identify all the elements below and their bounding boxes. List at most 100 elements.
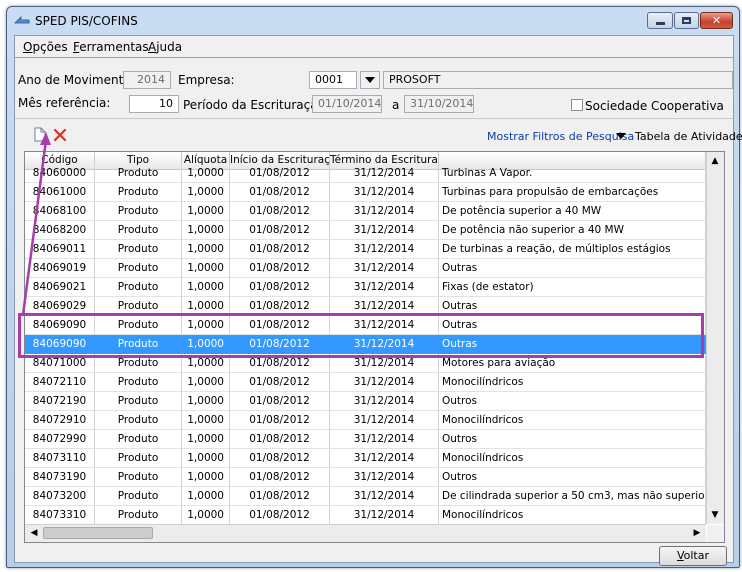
table-cell: Produto bbox=[95, 221, 182, 240]
table-row[interactable]: 84068100 Produto 1,0000 01/08/2012 31/12/201… bbox=[25, 202, 706, 221]
tabela-atividades-label[interactable]: Tabela de Atividades bbox=[635, 130, 742, 143]
tabela-dropdown-button[interactable] bbox=[612, 127, 629, 144]
table-cell: 1,0000 bbox=[182, 240, 230, 259]
scrollbar-corner bbox=[707, 525, 724, 542]
table-cell: De cilindrada superior a 50 cm3, mas não… bbox=[439, 487, 706, 506]
table-cell: 84073110 bbox=[25, 449, 95, 468]
voltar-mnemonic: V bbox=[676, 549, 684, 562]
voltar-button[interactable]: Voltar bbox=[659, 546, 727, 566]
menu-ferramentas-label: erramentas bbox=[79, 40, 149, 54]
table-cell: Produto bbox=[95, 164, 182, 183]
table-cell: 1,0000 bbox=[182, 506, 230, 525]
table-cell: 01/08/2012 bbox=[230, 202, 330, 221]
table-row[interactable]: 84073110 Produto 1,0000 01/08/2012 31/12/201… bbox=[25, 449, 706, 468]
table-cell: Produto bbox=[95, 297, 182, 316]
table-cell: 84069011 bbox=[25, 240, 95, 259]
table-cell: 84069029 bbox=[25, 297, 95, 316]
table-cell: Produto bbox=[95, 487, 182, 506]
sociedade-checkbox[interactable] bbox=[571, 99, 583, 111]
table-cell: Fixas (de estator) bbox=[439, 278, 706, 297]
scroll-down-icon[interactable]: ▼ bbox=[707, 507, 723, 523]
minimize-button[interactable] bbox=[647, 12, 673, 29]
chevron-down-icon bbox=[365, 77, 375, 83]
table-cell: 01/08/2012 bbox=[230, 449, 330, 468]
empresa-dropdown-button[interactable] bbox=[360, 71, 380, 89]
table-row[interactable]: 84061000 Produto 1,0000 01/08/2012 31/12/201… bbox=[25, 183, 706, 202]
table-row[interactable]: 84072110 Produto 1,0000 01/08/2012 31/12/201… bbox=[25, 373, 706, 392]
title-bar[interactable]: SPED PIS/COFINS ✕ bbox=[7, 7, 739, 33]
table-cell: Outras bbox=[439, 297, 706, 316]
table-cell: 84068100 bbox=[25, 202, 95, 221]
table-row[interactable]: 84072190 Produto 1,0000 01/08/2012 31/12/201… bbox=[25, 392, 706, 411]
table-row[interactable]: 84073190 Produto 1,0000 01/08/2012 31/12/201… bbox=[25, 468, 706, 487]
main-window: SPED PIS/COFINS ✕ Opções Ferramentas Aju… bbox=[6, 6, 742, 568]
table-cell: 31/12/2014 bbox=[330, 221, 439, 240]
table-cell: 1,0000 bbox=[182, 183, 230, 202]
close-button[interactable]: ✕ bbox=[700, 12, 733, 29]
table-cell: Outros bbox=[439, 392, 706, 411]
window-title: SPED PIS/COFINS bbox=[35, 14, 138, 28]
empresa-label: Empresa: bbox=[178, 73, 235, 87]
table-cell: 01/08/2012 bbox=[230, 240, 330, 259]
table-row[interactable]: 84072910 Produto 1,0000 01/08/2012 31/12/201… bbox=[25, 411, 706, 430]
table-cell: 84072190 bbox=[25, 392, 95, 411]
vertical-scrollbar[interactable]: ▲ ▼ bbox=[706, 152, 724, 524]
new-document-icon[interactable] bbox=[34, 127, 46, 142]
table-cell: 31/12/2014 bbox=[330, 240, 439, 259]
table-cell: Produto bbox=[95, 335, 182, 354]
table-cell: 31/12/2014 bbox=[330, 411, 439, 430]
table-cell: Turbinas para propulsão de embarcações bbox=[439, 183, 706, 202]
horizontal-scrollbar[interactable]: ◀ ▶ bbox=[25, 524, 706, 542]
table-cell: 84069090 bbox=[25, 316, 95, 335]
table-cell: 1,0000 bbox=[182, 221, 230, 240]
mes-label: Mês referência: bbox=[18, 96, 111, 110]
table-cell: 01/08/2012 bbox=[230, 506, 330, 525]
client-area: Opções Ferramentas Ajuda Ano de Moviment… bbox=[14, 35, 742, 566]
table-cell: 01/08/2012 bbox=[230, 411, 330, 430]
table-cell: 84073190 bbox=[25, 468, 95, 487]
table-cell: 01/08/2012 bbox=[230, 297, 330, 316]
menu-ferramentas[interactable]: Ferramentas bbox=[73, 40, 149, 54]
menu-ajuda[interactable]: Ajuda bbox=[148, 40, 182, 54]
scroll-up-icon[interactable]: ▲ bbox=[707, 153, 723, 169]
delete-x-icon[interactable] bbox=[53, 128, 67, 142]
table-cell: 31/12/2014 bbox=[330, 468, 439, 487]
table-cell: 01/08/2012 bbox=[230, 354, 330, 373]
periodo-fim-field: 31/10/2014 bbox=[404, 95, 474, 113]
table-row[interactable]: 84071000 Produto 1,0000 01/08/2012 31/12/201… bbox=[25, 354, 706, 373]
table-row[interactable]: 84073200 Produto 1,0000 01/08/2012 31/12/201… bbox=[25, 487, 706, 506]
scroll-right-icon[interactable]: ▶ bbox=[689, 525, 705, 541]
selected-table-row[interactable]: 84069090 Produto 1,0000 01/08/2012 31/12/201… bbox=[25, 335, 706, 354]
table-cell: 1,0000 bbox=[182, 335, 230, 354]
table-row[interactable]: 84060000 Produto 1,0000 01/08/2012 31/12/201… bbox=[25, 164, 706, 183]
table-cell: Outras bbox=[439, 316, 706, 335]
table-cell: Produto bbox=[95, 506, 182, 525]
table-row[interactable]: 84069019 Produto 1,0000 01/08/2012 31/12/201… bbox=[25, 259, 706, 278]
table-cell: 1,0000 bbox=[182, 259, 230, 278]
horizontal-scroll-thumb[interactable] bbox=[43, 527, 153, 539]
mes-field[interactable]: 10 bbox=[129, 95, 179, 113]
maximize-button[interactable] bbox=[674, 12, 699, 29]
table-cell: 01/08/2012 bbox=[230, 316, 330, 335]
table-row[interactable]: 84069090 Produto 1,0000 01/08/2012 31/12/201… bbox=[25, 316, 706, 335]
table-cell: Produto bbox=[95, 449, 182, 468]
table-row[interactable]: 84068200 Produto 1,0000 01/08/2012 31/12/201… bbox=[25, 221, 706, 240]
table-cell: 1,0000 bbox=[182, 468, 230, 487]
table-cell: 01/08/2012 bbox=[230, 221, 330, 240]
table-cell: 84060000 bbox=[25, 164, 95, 183]
table-cell: 01/08/2012 bbox=[230, 487, 330, 506]
table-row[interactable]: 84069021 Produto 1,0000 01/08/2012 31/12/201… bbox=[25, 278, 706, 297]
menu-opcoes[interactable]: Opções bbox=[23, 40, 68, 54]
table-cell: De potência não superior a 40 MW bbox=[439, 221, 706, 240]
menu-ajuda-label: juda bbox=[156, 40, 183, 54]
scroll-left-icon[interactable]: ◀ bbox=[26, 525, 42, 541]
table-cell: Motores para aviação bbox=[439, 354, 706, 373]
table-row[interactable]: 84069011 Produto 1,0000 01/08/2012 31/12/201… bbox=[25, 240, 706, 259]
table-cell: 1,0000 bbox=[182, 373, 230, 392]
table-row[interactable]: 84072990 Produto 1,0000 01/08/2012 31/12/201… bbox=[25, 430, 706, 449]
table-row[interactable]: 84069029 Produto 1,0000 01/08/2012 31/12/201… bbox=[25, 297, 706, 316]
table-cell: 1,0000 bbox=[182, 202, 230, 221]
empresa-code-field[interactable]: 0001 bbox=[309, 71, 357, 89]
table-row[interactable]: 84073310 Produto 1,0000 01/08/2012 31/12/201… bbox=[25, 506, 706, 525]
menu-separator bbox=[15, 57, 733, 58]
